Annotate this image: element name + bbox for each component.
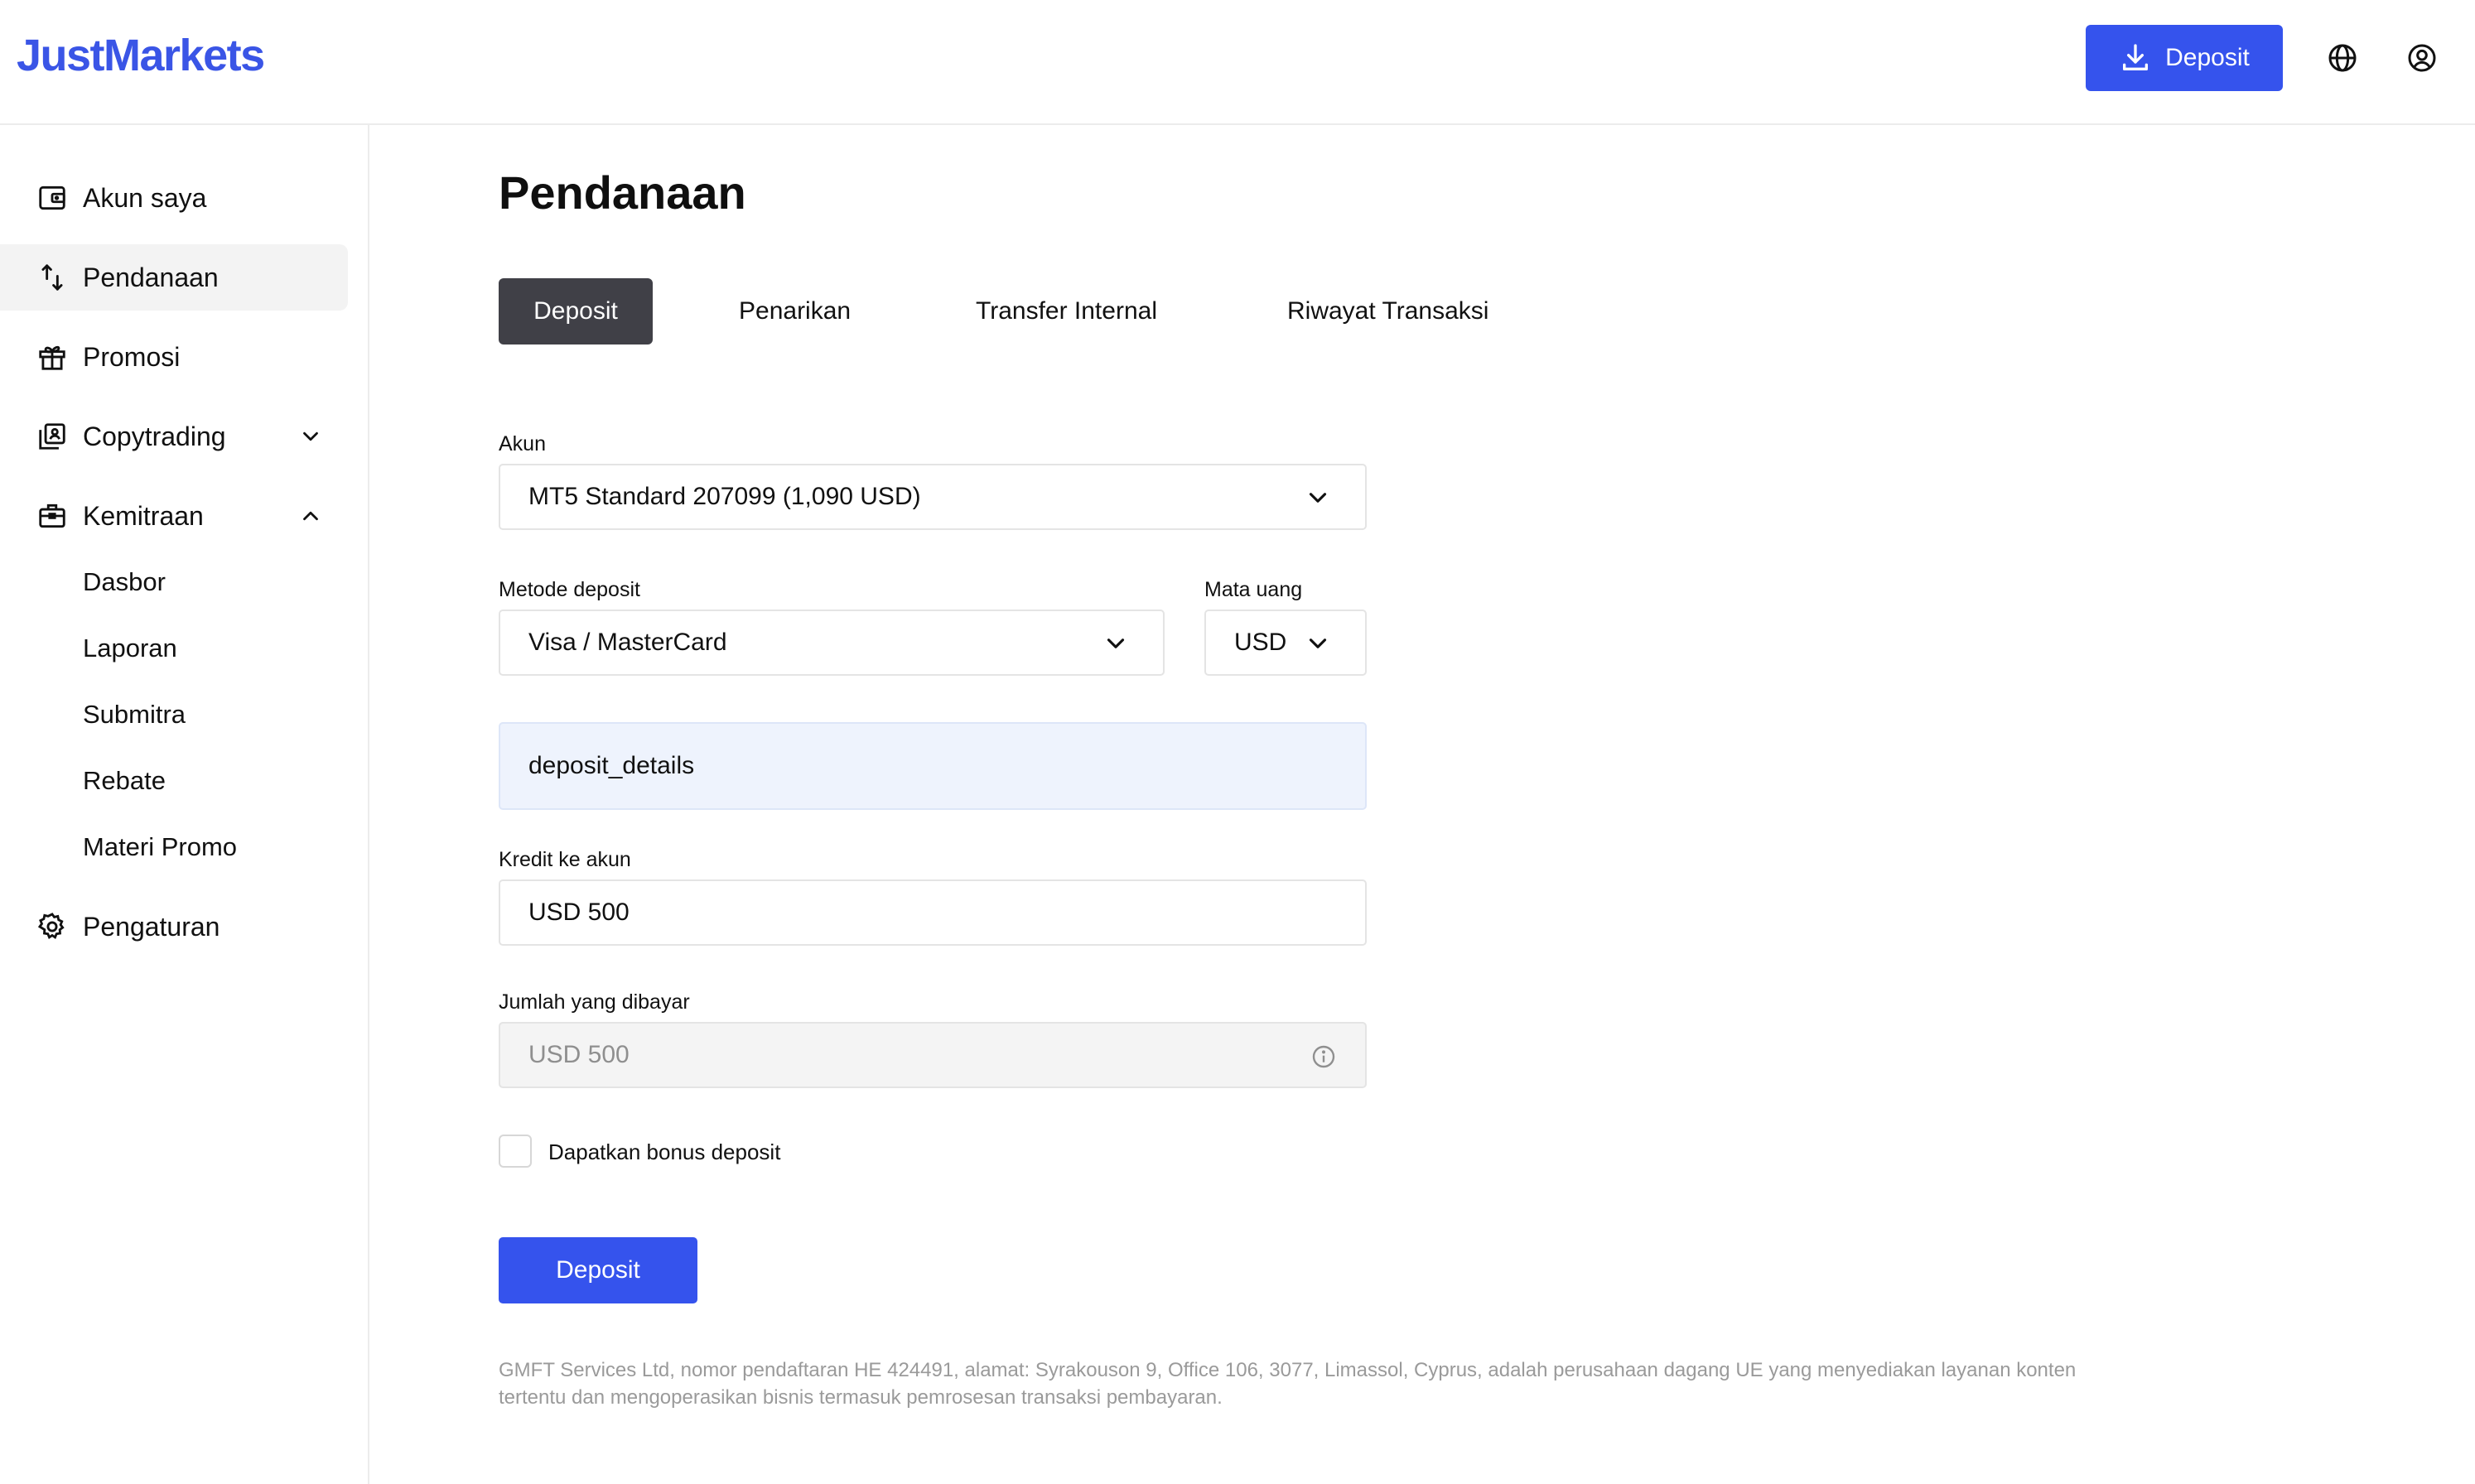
page-title: Pendanaan [499,166,746,219]
chevron-up-icon [303,511,318,521]
transfer-arrows-icon [41,264,63,291]
sidebar-item-copytrading[interactable]: Copytrading [0,403,348,470]
credit-label: Kredit ke akun [499,848,631,871]
wallet-icon [39,186,65,210]
gear-icon [37,913,65,939]
sidebar-item-pendanaan[interactable]: Pendanaan [0,244,348,311]
deposit-method-select[interactable]: Visa / MasterCard [499,610,1165,676]
chevron-down-icon [1107,638,1125,648]
sidebar-item-label: Promosi [83,341,181,372]
chevron-down-icon [1309,493,1327,503]
deposit-submit-button[interactable]: Deposit [499,1237,697,1303]
header-deposit-button[interactable]: Deposit [2086,25,2283,91]
paid-amount-value: USD 500 [528,1041,630,1068]
sidebar-item-pengaturan[interactable]: Pengaturan [0,894,348,960]
paid-amount-label: Jumlah yang dibayar [499,990,690,1014]
tab-transfer-internal[interactable]: Transfer Internal [976,278,1157,344]
tab-riwayat-transaksi[interactable]: Riwayat Transaksi [1287,278,1488,344]
sidebar-subitem-submitra[interactable]: Submitra [83,700,186,730]
info-icon[interactable] [1310,1043,1337,1070]
account-select[interactable]: MT5 Standard 207099 (1,090 USD) [499,464,1367,530]
globe-icon[interactable] [2326,41,2359,75]
tab-deposit[interactable]: Deposit [499,278,653,344]
briefcase-icon [39,504,65,528]
sidebar-subitem-dasbor[interactable]: Dasbor [83,567,166,597]
sidebar-item-label: Akun saya [83,182,207,213]
chevron-down-icon [1309,638,1327,648]
sidebar-item-akun-saya[interactable]: Akun saya [0,165,348,231]
sidebar-item-label: Copytrading [83,421,226,451]
download-icon [2123,44,2149,71]
currency-value: USD [1234,629,1287,656]
paid-amount-field: USD 500 [499,1022,1367,1088]
tab-penarikan[interactable]: Penarikan [739,278,851,344]
sidebar-item-label: Pengaturan [83,911,220,942]
user-circle-icon[interactable] [2405,41,2439,75]
sidebar-item-label: Kemitraan [83,500,204,531]
deposit-details-box: deposit_details [499,722,1367,810]
sidebar-item-kemitraan[interactable]: Kemitraan [0,483,348,549]
legal-disclaimer: GMFT Services Ltd, nomor pendaftaran HE … [499,1359,2077,1409]
top-header: JustMarkets Deposit [0,0,2475,125]
brand-logo[interactable]: JustMarkets [17,30,265,81]
copytrading-icon [39,423,65,450]
method-label: Metode deposit [499,578,640,601]
account-select-value: MT5 Standard 207099 (1,090 USD) [528,483,921,510]
sidebar: Akun saya Pendanaan Promosi Copytrading … [0,125,369,1484]
bonus-checkbox-label[interactable]: Dapatkan bonus deposit [548,1140,780,1165]
sidebar-item-promosi[interactable]: Promosi [0,324,348,390]
sidebar-subitem-rebate[interactable]: Rebate [83,766,166,796]
deposit-method-value: Visa / MasterCard [528,629,727,656]
sidebar-subitem-materi-promo[interactable]: Materi Promo [83,832,237,862]
account-label: Akun [499,432,546,455]
gift-icon [39,345,65,370]
sidebar-item-label: Pendanaan [83,262,219,292]
bonus-checkbox[interactable] [499,1135,532,1168]
currency-select[interactable]: USD [1204,610,1367,676]
credit-amount-value: USD 500 [528,899,630,926]
credit-amount-input[interactable]: USD 500 [499,879,1367,946]
chevron-down-icon [303,431,318,441]
header-deposit-label: Deposit [2165,44,2250,71]
sidebar-subitem-laporan[interactable]: Laporan [83,634,177,663]
currency-label: Mata uang [1204,578,1303,601]
